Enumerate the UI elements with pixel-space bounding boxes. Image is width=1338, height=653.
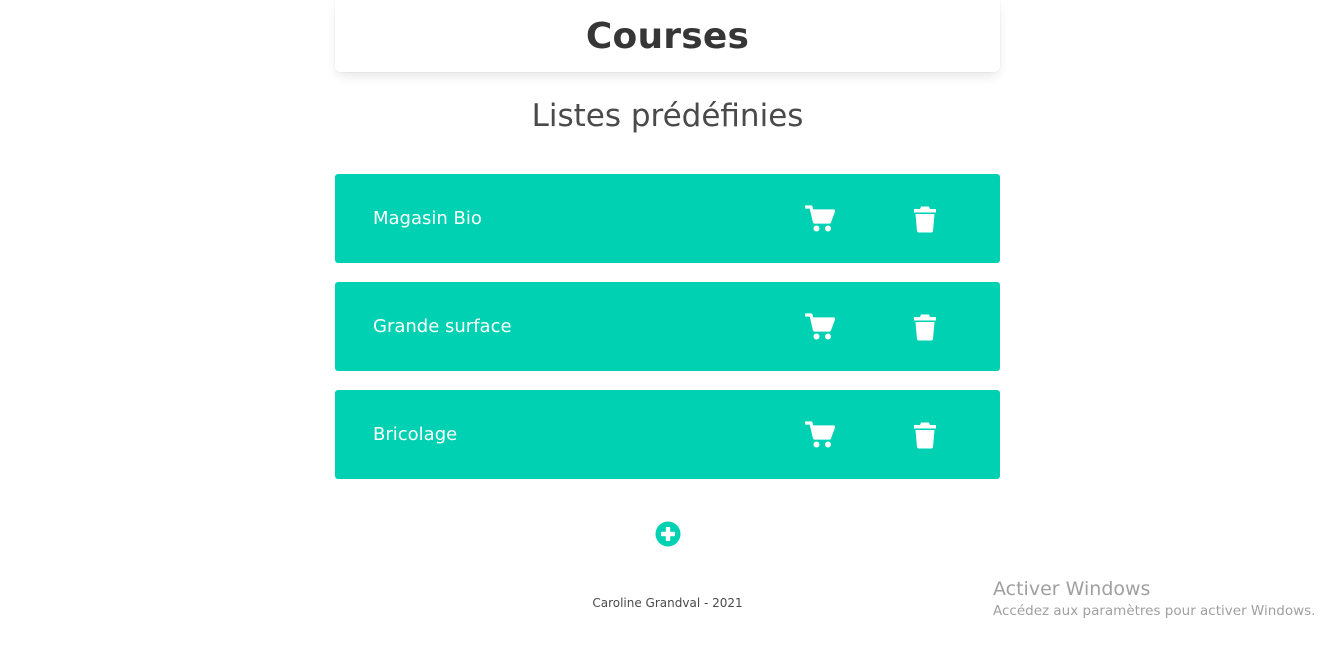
list-item-label: Grande surface xyxy=(373,316,512,337)
list-item[interactable]: Magasin Bio xyxy=(335,174,1000,263)
add-list-button[interactable] xyxy=(655,521,681,547)
shopping-cart-icon[interactable] xyxy=(803,202,837,236)
trash-icon[interactable] xyxy=(908,418,942,452)
header-card: Courses xyxy=(335,0,1000,72)
page-title: Courses xyxy=(585,15,750,57)
list-item[interactable]: Bricolage xyxy=(335,390,1000,479)
trash-icon[interactable] xyxy=(908,310,942,344)
list-item-label: Bricolage xyxy=(373,424,458,445)
shopping-cart-icon[interactable] xyxy=(803,310,837,344)
plus-circle-icon xyxy=(655,521,681,547)
list-item-label: Magasin Bio xyxy=(373,208,482,229)
watermark-title: Activer Windows xyxy=(993,578,1151,600)
windows-activation-watermark: Activer Windows Accédez aux paramètres p… xyxy=(993,577,1315,621)
shopping-cart-icon[interactable] xyxy=(803,418,837,452)
section-title: Listes prédéfinies xyxy=(531,98,804,134)
watermark-subtitle: Accédez aux paramètres pour activer Wind… xyxy=(993,603,1316,619)
list-item[interactable]: Grande surface xyxy=(335,282,1000,371)
footer-text: Caroline Grandval - 2021 xyxy=(592,596,743,610)
trash-icon[interactable] xyxy=(908,202,942,236)
